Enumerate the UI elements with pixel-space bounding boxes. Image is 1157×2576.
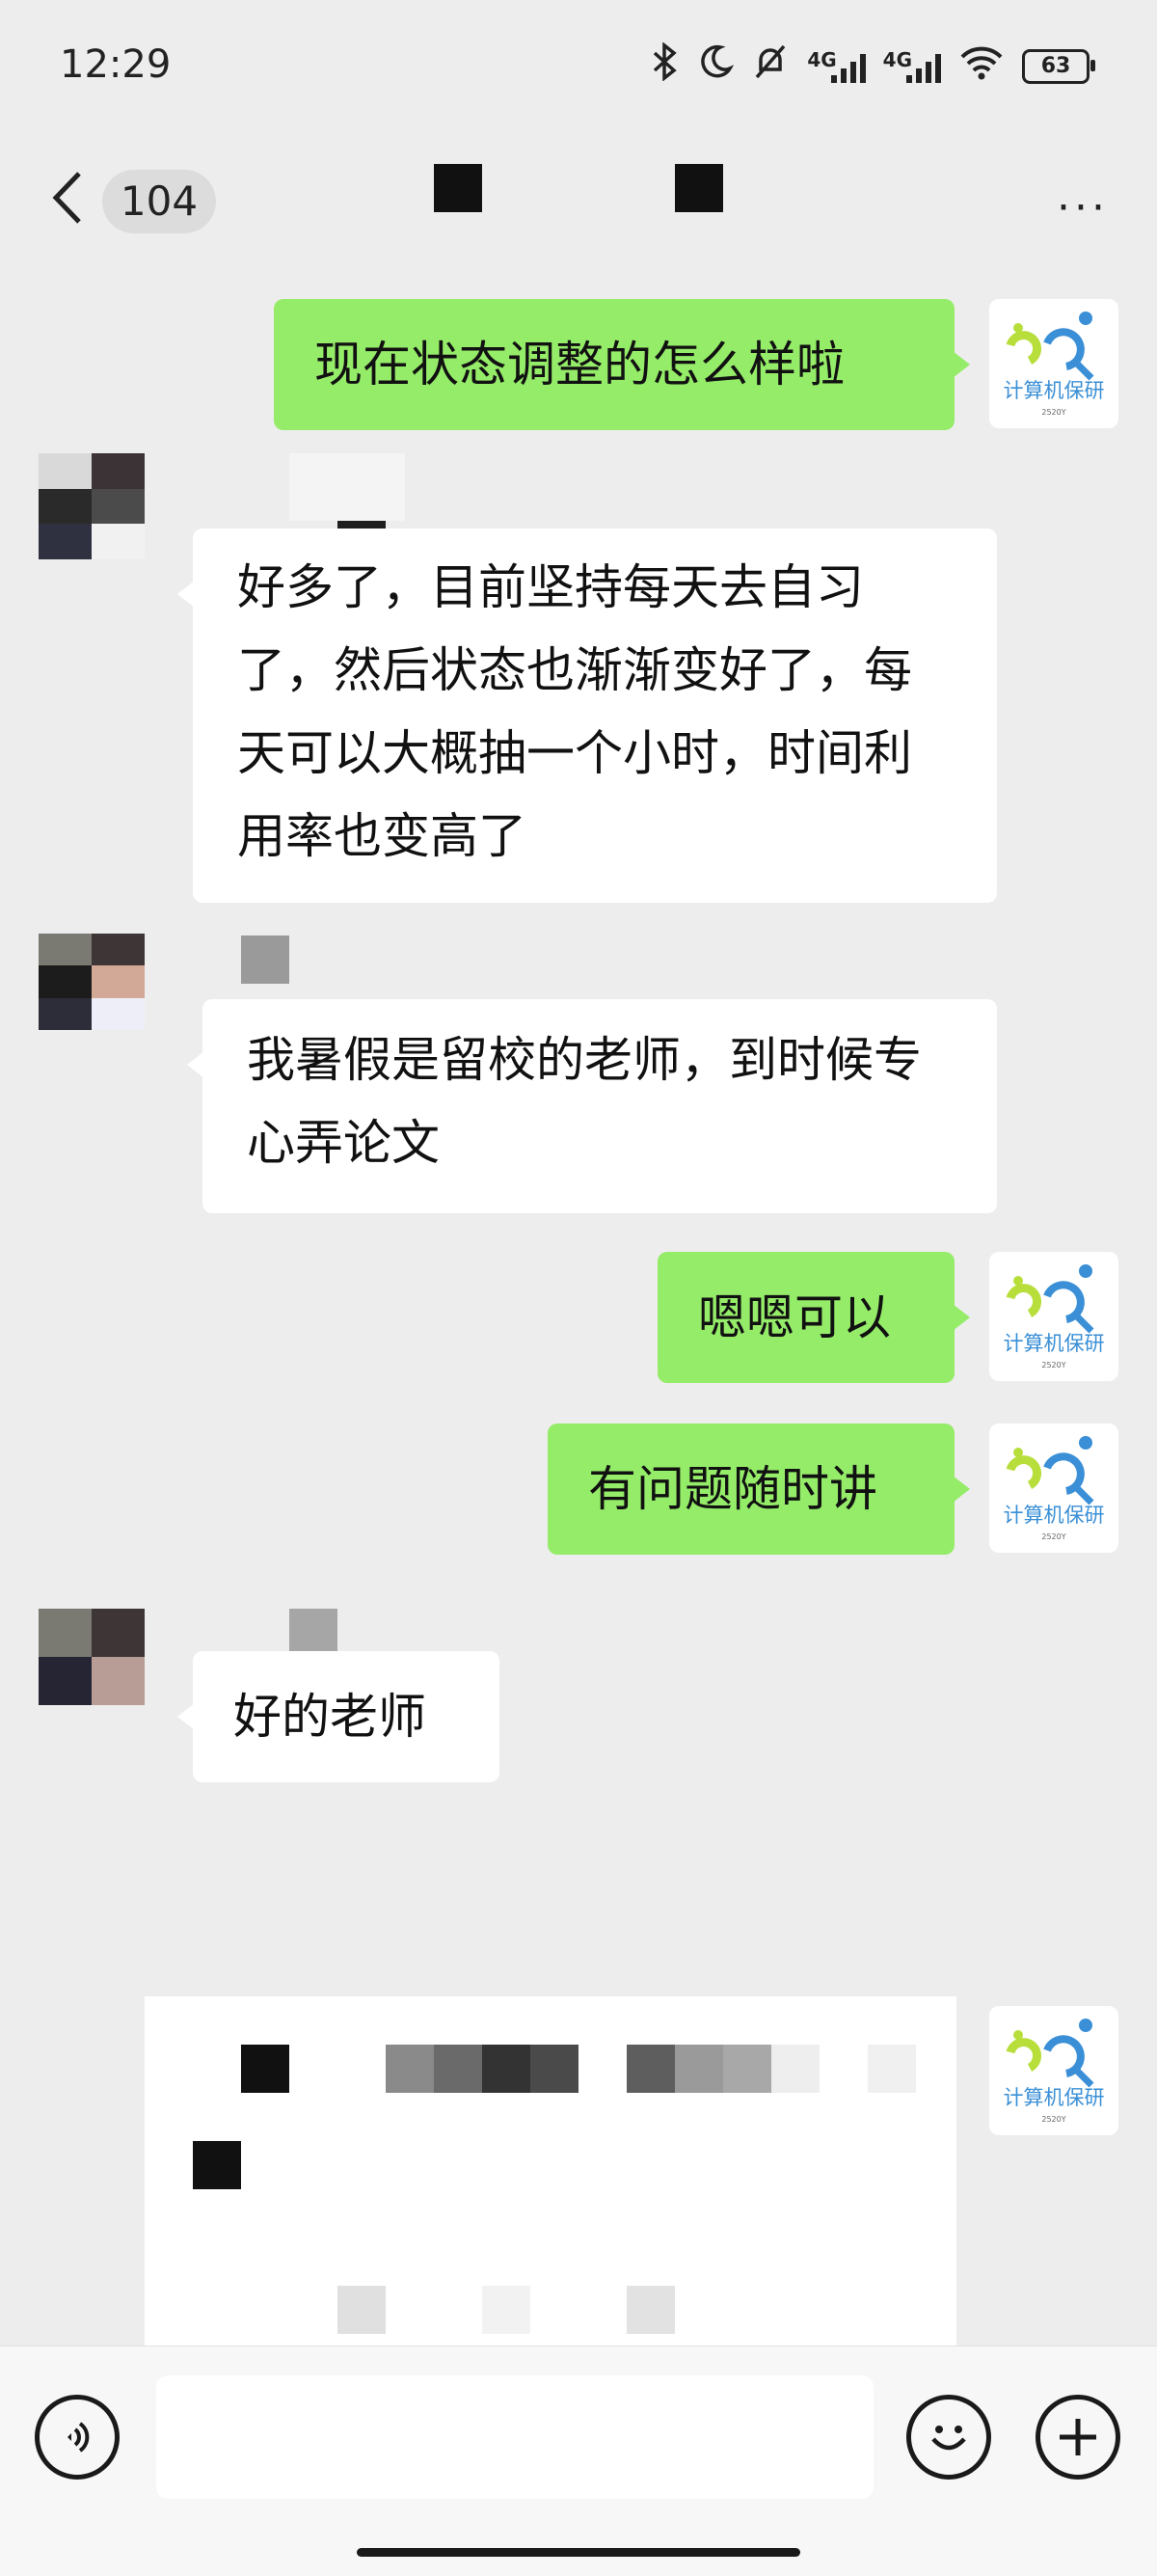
network-type-label: 4G [807,47,837,71]
message-bubble-contact[interactable]: 我暑假是留校的老师，到时候专心弄论文 [187,999,997,1213]
status-time: 12:29 [60,42,172,87]
avatar-contact[interactable] [39,1609,145,1705]
redacted-block [337,2286,386,2334]
brand-logo-icon: 计算机保研 2520Y [1004,1436,1105,1541]
message-bubble-self[interactable]: 嗯嗯可以 [658,1252,970,1383]
redacted-block [193,2141,241,2189]
redacted-block [241,2045,289,2093]
brand-name: 计算机保研 [1004,2086,1105,2109]
brand-logo-icon: 计算机保研 2520Y [1004,312,1105,417]
avatar-self[interactable]: 计算机保研 2520Y [989,1252,1118,1381]
redacted-name [241,935,289,984]
message-text: 我暑假是留校的老师，到时候专心弄论文 [247,1032,922,1171]
redacted-block [675,2045,723,2093]
brand-name: 计算机保研 [1004,379,1105,402]
redacted-block [482,2045,530,2093]
moon-icon [697,43,735,89]
redacted-title-block [434,164,482,212]
message-text: 嗯嗯可以 [698,1289,891,1345]
brand-logo-icon: 计算机保研 2520Y [1004,2019,1105,2124]
home-indicator[interactable] [357,2548,800,2557]
chevron-left-icon[interactable] [44,164,93,231]
brand-name: 计算机保研 [1004,1332,1105,1355]
avatar-self[interactable]: 计算机保研 2520Y [989,2006,1118,2135]
redacted-block [868,2045,916,2093]
bluetooth-icon [651,41,680,90]
message-input[interactable] [156,2375,874,2499]
redacted-block [771,2045,820,2093]
wifi-icon [958,43,1005,89]
message-bubble-self[interactable]: 有问题随时讲 [548,1424,970,1555]
redacted-title-block [675,164,723,212]
status-bar: 12:29 4G 4G 63 [0,0,1157,135]
message-bubble-contact[interactable]: 好的老师 [177,1651,499,1782]
redacted-block [530,2045,578,2093]
avatar-contact[interactable] [39,934,145,1030]
redacted-block [386,2045,434,2093]
avatar-self[interactable]: 计算机保研 2520Y [989,1424,1118,1553]
message-text: 现在状态调整的怎么样啦 [314,337,845,393]
redacted-block [723,2045,771,2093]
redacted-block [434,2045,482,2093]
message-text: 好的老师 [233,1689,426,1745]
avatar-self[interactable]: 计算机保研 2520Y [989,299,1118,428]
chat-input-bar [0,2346,1157,2576]
signal-2: 4G [882,47,941,83]
unread-count-badge[interactable]: 104 [102,170,216,233]
message-text: 有问题随时讲 [588,1461,877,1517]
status-icons: 4G 4G 63 [651,41,1095,90]
brand-name: 计算机保研 [1004,1504,1105,1527]
mute-bell-icon [751,42,790,90]
battery-icon: 63 [1022,48,1095,84]
redacted-block [627,2286,675,2334]
message-bubble-self[interactable]: 现在状态调整的怎么样啦 [274,299,970,430]
battery-level: 63 [1040,54,1071,78]
chat-header: 104 ··· [0,135,1157,270]
brand-year: 2520Y [1041,1532,1065,1541]
redacted-message-card[interactable] [145,1996,956,2346]
brand-year: 2520Y [1041,1361,1065,1369]
plus-icon[interactable] [1036,2395,1120,2480]
redacted-name [289,453,405,521]
redacted-block [482,2286,530,2334]
brand-year: 2520Y [1041,2115,1065,2124]
network-type-label: 4G [882,47,912,71]
redacted-block [627,2045,675,2093]
more-icon[interactable]: ··· [1057,183,1109,232]
brand-logo-icon: 计算机保研 2520Y [1004,1264,1105,1369]
voice-icon[interactable] [35,2395,120,2480]
brand-year: 2520Y [1041,408,1065,417]
message-bubble-contact[interactable]: 好多了，目前坚持每天去自习了，然后状态也渐渐变好了，每天可以大概抽一个小时，时间… [177,529,997,903]
redacted-name [289,1609,337,1657]
emoji-icon[interactable] [906,2395,991,2480]
avatar-contact[interactable] [39,453,145,559]
message-text: 好多了，目前坚持每天去自习了，然后状态也渐渐变好了，每天可以大概抽一个小时，时间… [237,559,912,864]
signal-1: 4G [807,47,866,83]
